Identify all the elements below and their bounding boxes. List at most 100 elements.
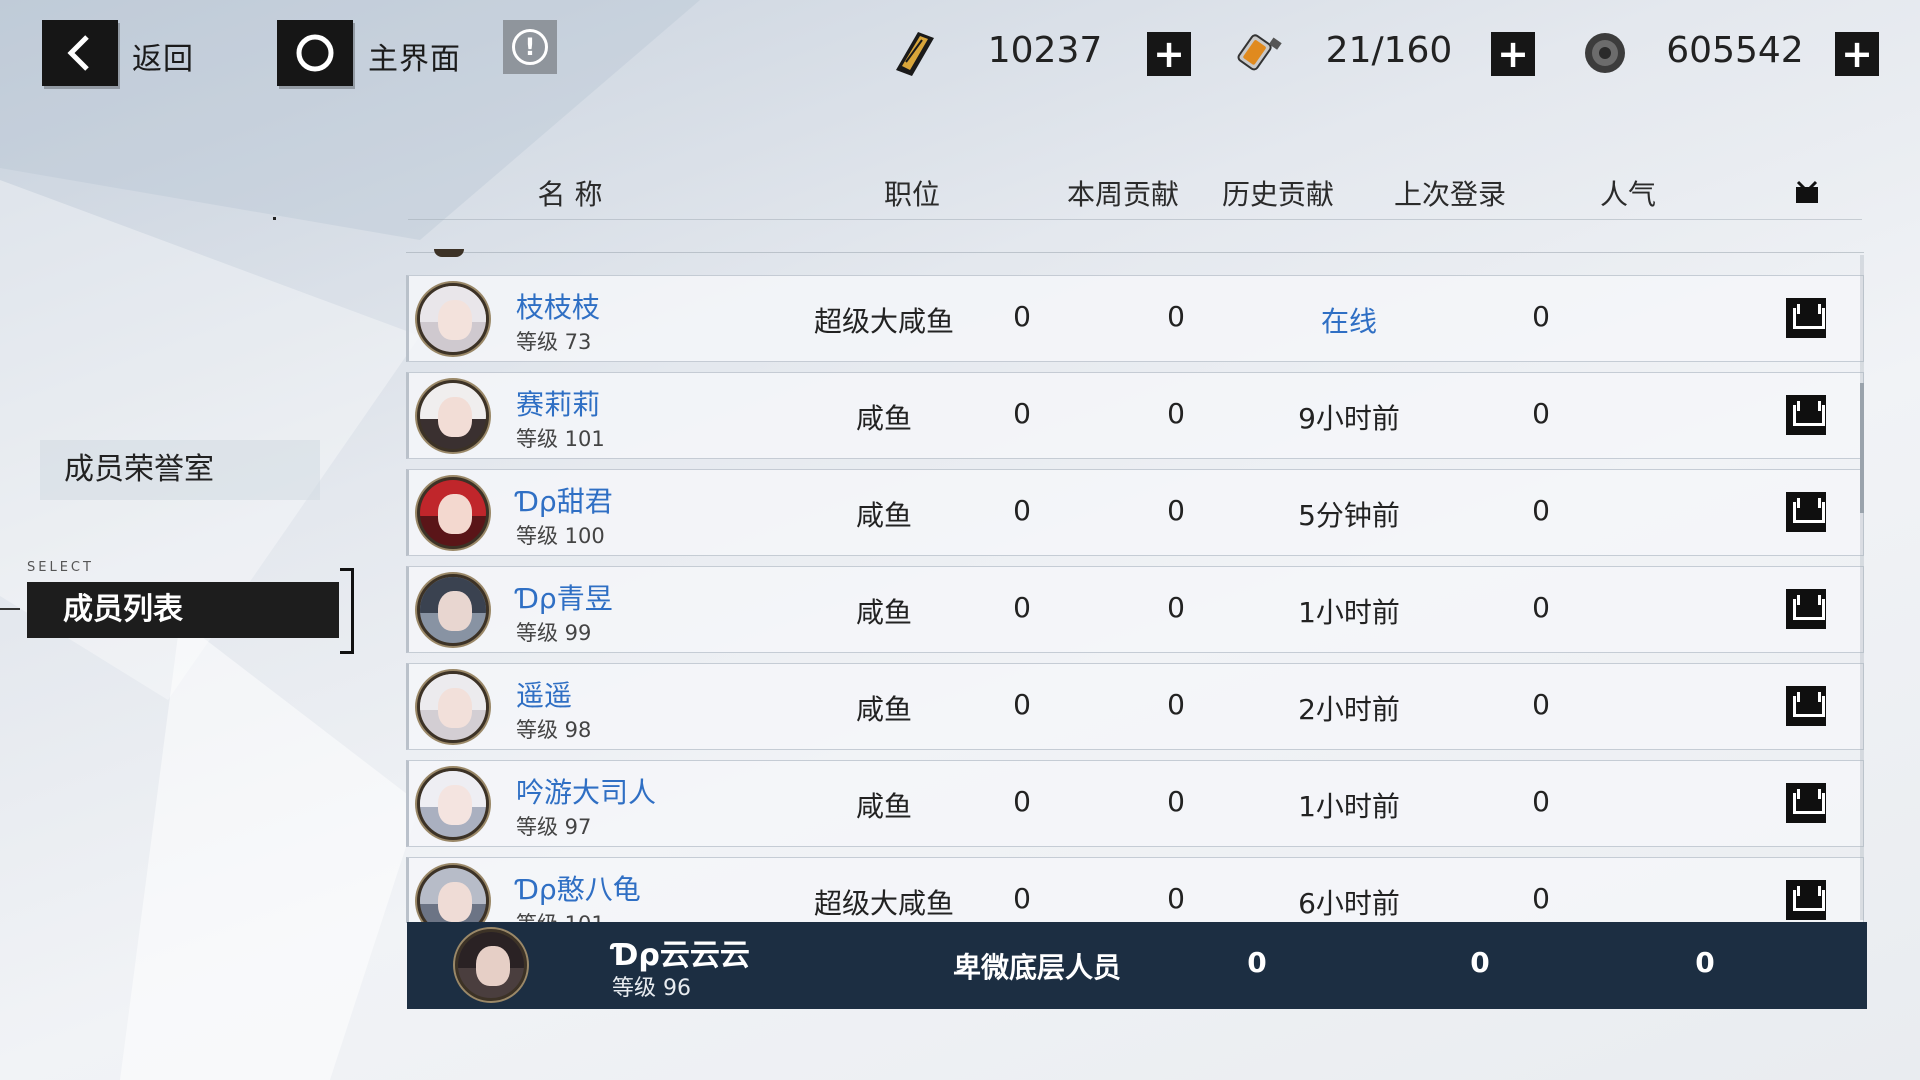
table-row[interactable]: Ɗρ青昱等级 99 咸鱼 0 0 1小时前 0 xyxy=(406,566,1864,653)
scrollbar-track[interactable] xyxy=(1860,255,1864,920)
table-row[interactable]: 枝枝枝等级 73 超级大咸鱼 0 0 在线 0 xyxy=(406,275,1864,362)
avatar-face xyxy=(438,688,472,728)
mail-icon[interactable] xyxy=(1786,686,1826,726)
battery-icon xyxy=(1237,34,1282,71)
top-bar: 返回 主界面 ! 10237 + 21/160 + 605542 + xyxy=(0,0,1920,110)
header-name[interactable]: 名 称 xyxy=(500,173,640,213)
self-popularity: 0 xyxy=(1695,946,1715,979)
member-name[interactable]: 枝枝枝 xyxy=(516,286,600,326)
mail-icon[interactable] xyxy=(1786,880,1826,920)
mail-icon[interactable] xyxy=(1786,589,1826,629)
mail-icon[interactable] xyxy=(1786,492,1826,532)
member-weekly: 0 xyxy=(1013,397,1031,430)
self-weekly: 0 xyxy=(1247,946,1267,979)
member-weekly: 0 xyxy=(1013,785,1031,818)
home-label[interactable]: 主界面 xyxy=(368,34,461,78)
scrollbar-thumb[interactable] xyxy=(1860,383,1864,513)
avatar-face xyxy=(438,494,472,534)
member-level: 等级 101 xyxy=(516,427,605,451)
avatar-face xyxy=(438,785,472,825)
member-level: 等级 100 xyxy=(516,524,605,548)
gear-part-icon xyxy=(1585,33,1625,73)
info-button[interactable]: ! xyxy=(503,20,557,74)
member-popularity: 0 xyxy=(1532,397,1550,430)
chevron-left-icon xyxy=(67,35,89,71)
member-weekly: 0 xyxy=(1013,591,1031,624)
select-tag: SELECT xyxy=(27,560,94,575)
table-row[interactable]: Ɗρ甜君 等级 100 咸鱼 0 0 5分钟前 0 xyxy=(406,469,1864,556)
member-popularity: 0 xyxy=(1532,882,1550,915)
member-level: 等级 98 xyxy=(516,718,592,742)
table-row[interactable]: 遥遥 等级 98 咸鱼 0 0 2小时前 0 xyxy=(406,663,1864,750)
member-history: 0 xyxy=(1167,591,1185,624)
self-member-bar[interactable]: Ɗρ云云云 等级 96 卑微底层人员 0 0 0 xyxy=(407,922,1867,1009)
mail-icon[interactable] xyxy=(1786,298,1826,338)
member-name[interactable]: 赛莉莉 xyxy=(516,383,600,423)
member-level: 等级 101 xyxy=(516,908,605,923)
avatar[interactable] xyxy=(455,929,527,1001)
member-level: 等级 73 xyxy=(516,330,592,354)
add-tickets-button[interactable]: + xyxy=(1147,32,1191,76)
add-battery-button[interactable]: + xyxy=(1491,32,1535,76)
add-parts-button[interactable]: + xyxy=(1835,32,1879,76)
avatar[interactable] xyxy=(417,865,489,923)
member-last-login: 1小时前 xyxy=(1298,596,1400,629)
member-weekly: 0 xyxy=(1013,494,1031,527)
back-button[interactable] xyxy=(42,20,118,86)
table-row[interactable]: 吟游大司人 等级 97 咸鱼 0 0 1小时前 0 xyxy=(406,760,1864,847)
member-weekly: 0 xyxy=(1013,300,1031,333)
avatar[interactable] xyxy=(417,477,489,549)
sidebar-item-member-list[interactable]: 成员列表 xyxy=(27,582,339,638)
member-name[interactable]: 吟游大司人 xyxy=(516,771,656,811)
exclamation-icon: ! xyxy=(512,29,548,65)
avatar[interactable] xyxy=(417,768,489,840)
member-weekly: 0 xyxy=(1013,882,1031,915)
member-name[interactable]: Ɗρ青昱 xyxy=(516,577,613,617)
header-position[interactable]: 职位 xyxy=(842,173,982,213)
self-position: 卑微底层人员 xyxy=(952,951,1121,984)
member-last-login: 2小时前 xyxy=(1298,693,1400,726)
member-popularity: 0 xyxy=(1532,494,1550,527)
header-history[interactable]: 历史贡献 xyxy=(1213,173,1343,213)
member-name[interactable]: Ɗρ憨八龟 xyxy=(516,868,641,908)
member-position: 咸鱼 xyxy=(855,596,912,629)
avatar-face xyxy=(438,882,472,922)
mail-icon[interactable] xyxy=(1786,395,1826,435)
member-weekly: 0 xyxy=(1013,688,1031,721)
member-history: 0 xyxy=(1167,882,1185,915)
member-position: 咸鱼 xyxy=(855,790,912,823)
mail-icon[interactable] xyxy=(1786,783,1826,823)
member-name[interactable]: 遥遥 xyxy=(516,674,572,714)
member-position: 超级大咸鱼 xyxy=(813,305,954,338)
member-popularity: 0 xyxy=(1532,300,1550,333)
avatar[interactable] xyxy=(417,574,489,646)
member-list[interactable]: 枝枝枝 等级 73 超级大咸鱼 0 0 在线 0 赛莉莉 等级 101 咸鱼 0 0 9小时前 0 Ɗρ甜君… xyxy=(406,255,1864,923)
member-history: 0 xyxy=(1167,300,1185,333)
avatar[interactable] xyxy=(417,671,489,743)
table-header: 名 称 职位 本周贡献 历史贡献 上次登录 人气 xyxy=(408,165,1862,220)
member-last-login: 在线 xyxy=(1320,305,1377,338)
member-popularity: 0 xyxy=(1532,688,1550,721)
table-row[interactable]: Ɗρ憨八龟等级 101 超级大咸鱼 0 0 6小时前 0 xyxy=(406,857,1864,923)
header-last-login[interactable]: 上次登录 xyxy=(1385,173,1515,213)
member-popularity: 0 xyxy=(1532,591,1550,624)
avatar[interactable] xyxy=(417,283,489,355)
sidebar-item-honor-room[interactable]: 成员荣誉室 xyxy=(40,440,320,500)
avatar[interactable] xyxy=(417,380,489,452)
member-level: 等级 99 xyxy=(516,621,592,645)
header-popularity[interactable]: 人气 xyxy=(1578,173,1678,213)
circle-home-icon xyxy=(296,34,334,72)
member-history: 0 xyxy=(1167,688,1185,721)
avatar-face xyxy=(438,300,472,340)
member-name[interactable]: Ɗρ甜君 xyxy=(516,480,613,520)
member-last-login: 6小时前 xyxy=(1298,887,1400,920)
resource-value-battery: 21/160 xyxy=(1325,30,1453,71)
member-last-login: 5分钟前 xyxy=(1298,499,1400,532)
back-label[interactable]: 返回 xyxy=(132,34,194,78)
home-button[interactable] xyxy=(277,20,353,86)
member-history: 0 xyxy=(1167,785,1185,818)
member-history: 0 xyxy=(1167,494,1185,527)
selection-bracket xyxy=(340,568,354,654)
header-weekly[interactable]: 本周贡献 xyxy=(1058,173,1188,213)
table-row[interactable]: 赛莉莉 等级 101 咸鱼 0 0 9小时前 0 xyxy=(406,372,1864,459)
